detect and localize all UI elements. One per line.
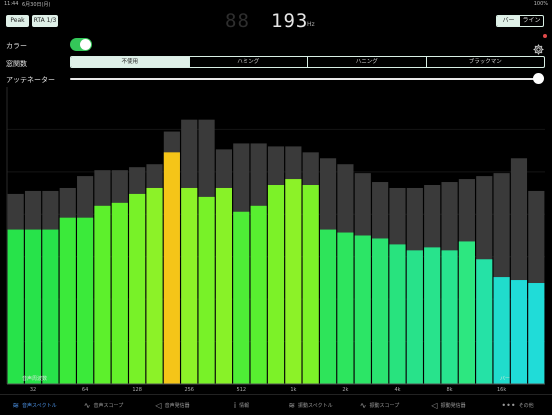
level-bar [7,229,24,384]
frequency-unit: Hz [307,21,315,28]
tab-label: 振動発信器 [440,402,466,409]
frequency-ghost-digits: 88 [225,10,250,32]
level-bar [267,185,285,384]
level-bar [129,193,146,384]
level-bar [458,241,475,384]
tab-item[interactable]: ∿ 音声スコープ [69,395,138,415]
x-tick-label: 256 [184,387,194,393]
x-tick-label: 2k [342,387,348,393]
window-option-none[interactable]: 不使用 [71,57,189,67]
tab-item[interactable]: i 情報 [207,395,276,415]
gear-icon[interactable] [533,40,544,55]
frequency-readout: 88 193 Hz [225,10,325,32]
window-option-blackman[interactable]: ブラックマン [425,57,545,67]
tab-icon: ≋ [12,400,20,410]
level-bar [163,152,180,384]
tab-icon: ∿ [83,400,91,410]
chart-corner-left: 音声周波数 [22,375,47,382]
tab-icon: ◁ [155,400,162,410]
tab-label: 振動スコープ [369,402,400,409]
toggle-knob [80,39,91,50]
level-bar [24,229,42,384]
tab-label: 音声スコープ [93,402,124,409]
window-option-hamming[interactable]: ハミング [188,57,308,67]
tab-label: 情報 [239,402,250,409]
tab-icon: ◁ [431,400,438,410]
x-tick-label: 64 [82,387,88,393]
level-bar [233,211,250,384]
tab-bar: ≋ 音声スペクトル ∿ 音声スコープ ◁ 音声発信器 i 情報 ≋ 振動スペクトル ∿ 振動スコープ ◁… [0,394,552,415]
level-bar [406,250,423,384]
tab-label: その他 [518,402,534,409]
status-battery: 100% [533,1,548,7]
x-tick-label: 128 [132,387,142,393]
level-bar [215,187,233,384]
x-tick-label: 1k [290,387,296,393]
attenuator-slider-track[interactable] [70,78,540,80]
level-bar [42,229,59,384]
tab-item[interactable]: ••• その他 [483,395,552,415]
status-bar: 11:44 6月30日(月) 100% [0,0,552,8]
tab-label: 振動スペクトル [298,402,333,409]
level-bar [493,277,510,384]
rta-button[interactable]: RTA 1/3 [32,15,58,27]
level-bar [146,187,163,384]
peak-button[interactable]: Peak [6,15,29,27]
frequency-value: 193 [271,10,309,32]
level-bar [285,179,302,384]
tab-icon: i [233,400,237,410]
level-bar [441,250,458,384]
window-function-label: 窓関数 [6,60,27,68]
status-date: 6月30日(月) [22,2,51,8]
color-label: カラー [6,42,27,50]
level-bar [528,283,545,384]
level-bar [94,205,111,384]
level-bar [337,232,354,384]
level-bar [372,238,389,384]
view-line-option[interactable]: ライン [520,16,543,26]
level-bar [354,235,371,384]
view-bar-option[interactable]: バー [497,16,520,26]
attenuator-label: アッテネーター [6,76,55,84]
status-time: 11:44 [4,1,19,7]
window-option-hanning[interactable]: ハニング [307,57,426,67]
level-bar [424,247,441,384]
x-tick-label: 512 [237,387,247,393]
level-bar [77,217,94,384]
level-bar [510,280,528,384]
level-bar [181,187,198,384]
level-bar [389,244,406,384]
level-bar [111,202,128,384]
attenuator-slider-knob[interactable] [533,73,544,84]
tab-label: 音声発信器 [164,402,190,409]
x-tick-label: 16k [497,387,506,393]
tab-item[interactable]: ≋ 音声スペクトル [0,395,69,415]
tab-label: 音声スペクトル [22,402,57,409]
color-toggle[interactable] [70,38,92,51]
recording-indicator [543,34,547,38]
window-function-segmented: 不使用 ハミング ハニング ブラックマン [70,56,545,68]
level-bar [302,185,319,384]
tab-icon: ••• [501,400,516,410]
level-bar [319,229,337,384]
chart-corner-right: バー [500,376,510,382]
tab-item[interactable]: ∿ 振動スコープ [345,395,414,415]
x-tick-label: 8k [447,387,453,393]
level-bar [198,196,215,384]
tab-icon: ≋ [288,400,296,410]
tab-icon: ∿ [359,400,367,410]
level-bar [59,217,76,384]
level-bar [250,205,267,384]
level-bar [476,259,493,384]
tab-item[interactable]: ≋ 振動スペクトル [276,395,345,415]
spectrum-chart: 音声周波数 バー 32 64 128 256 512 1k 2k 4k 8k 16k [6,87,545,393]
x-tick-label: 32 [30,387,36,393]
view-mode-segmented: バー ライン [496,15,544,27]
tab-item[interactable]: ◁ 振動発信器 [414,395,483,415]
tab-item[interactable]: ◁ 音声発信器 [138,395,207,415]
x-tick-label: 4k [394,387,400,393]
